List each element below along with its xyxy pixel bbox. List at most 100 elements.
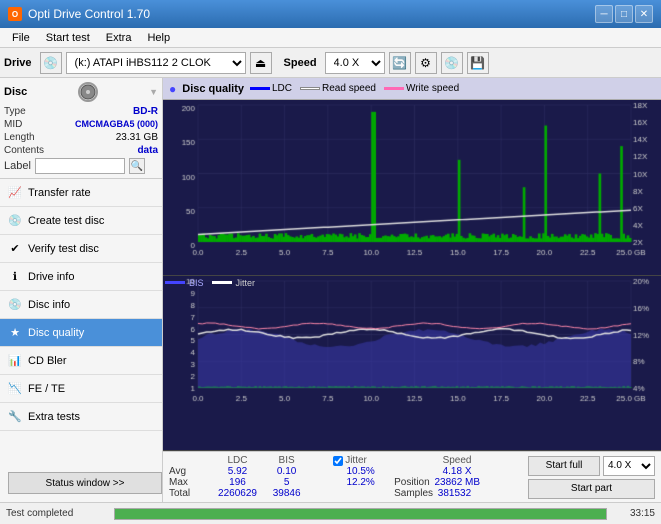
chart1-canvas [163, 100, 661, 260]
samples-value: 381532 [438, 488, 471, 499]
label-input[interactable] [35, 158, 125, 174]
chart2-canvas [163, 276, 661, 406]
chart1 [163, 100, 661, 276]
nav-disc-quality[interactable]: ★ Disc quality [0, 319, 162, 347]
disc-expand-icon[interactable]: ▼ [149, 87, 158, 97]
label-btn[interactable]: 🔍 [129, 158, 145, 174]
avg-ldc: 5.92 [209, 466, 266, 477]
drive-icon-btn[interactable]: 💿 [40, 52, 62, 74]
max-bis: 5 [266, 477, 307, 488]
quality-title: Disc quality [182, 83, 244, 95]
drive-select[interactable]: (k:) ATAPI iHBS112 2 CLOK [66, 52, 246, 74]
status-window-btn[interactable]: Status window >> [8, 472, 162, 494]
read-speed-legend-label: Read speed [322, 83, 376, 94]
settings-btn[interactable]: ⚙ [415, 52, 437, 74]
stats-table-container: LDC BIS Jitter Speed [169, 455, 520, 499]
bis-header: BIS [266, 455, 307, 466]
nav-extra-tests-label: Extra tests [28, 411, 80, 423]
length-value: 23.31 GB [116, 132, 158, 143]
bis-legend-color [165, 281, 185, 284]
refresh-btn[interactable]: 🔄 [389, 52, 411, 74]
max-jitter: 12.2% [327, 477, 394, 488]
disc-section: Disc ▼ Type BD-R MID CMCMAGBA5 (000) Len… [0, 78, 162, 179]
nav-transfer-rate-label: Transfer rate [28, 187, 91, 199]
ldc-header: LDC [209, 455, 266, 466]
verify-test-disc-icon: ✔ [8, 242, 22, 256]
jitter-header: Jitter [327, 455, 394, 466]
nav-items: 📈 Transfer rate 💿 Create test disc ✔ Ver… [0, 179, 162, 464]
speed-select[interactable]: 4.0 X [325, 52, 385, 74]
speed-label: Speed [284, 57, 317, 69]
avg-bis: 0.10 [266, 466, 307, 477]
jitter-header-label: Jitter [345, 455, 367, 466]
jitter-checkbox[interactable] [333, 456, 343, 466]
time-text: 33:15 [615, 508, 655, 519]
quality-icon: ● [169, 82, 176, 96]
save-btn[interactable]: 💾 [467, 52, 489, 74]
menubar: File Start test Extra Help [0, 28, 661, 48]
type-value: BD-R [133, 106, 158, 117]
action-btns: Start full 4.0 X Start part [528, 456, 655, 499]
nav-fe-te[interactable]: 📉 FE / TE [0, 375, 162, 403]
nav-disc-info-label: Disc info [28, 299, 70, 311]
total-bis: 39846 [266, 488, 307, 499]
type-label: Type [4, 106, 26, 117]
nav-create-test-disc[interactable]: 💿 Create test disc [0, 207, 162, 235]
extra-tests-icon: 🔧 [8, 410, 22, 424]
disc-info-icon: 💿 [8, 298, 22, 312]
stats-area: LDC BIS Jitter Speed [163, 451, 661, 502]
app-title: Opti Drive Control 1.70 [28, 7, 150, 21]
fe-te-icon: 📉 [8, 382, 22, 396]
eject-btn[interactable]: ⏏ [250, 52, 272, 74]
max-label: Max [169, 477, 209, 488]
bis-legend-label: BIS [189, 278, 204, 288]
nav-extra-tests[interactable]: 🔧 Extra tests [0, 403, 162, 431]
start-full-btn[interactable]: Start full [528, 456, 600, 476]
position-label: Position [394, 477, 430, 488]
read-speed-legend-color [300, 87, 320, 90]
nav-disc-quality-label: Disc quality [28, 327, 84, 339]
toolbar: Drive 💿 (k:) ATAPI iHBS112 2 CLOK ⏏ Spee… [0, 48, 661, 78]
transfer-rate-icon: 📈 [8, 186, 22, 200]
write-speed-legend-label: Write speed [406, 83, 459, 94]
nav-transfer-rate[interactable]: 📈 Transfer rate [0, 179, 162, 207]
nav-drive-info-label: Drive info [28, 271, 74, 283]
nav-drive-info[interactable]: ℹ Drive info [0, 263, 162, 291]
position-value: 23862 MB [434, 477, 480, 488]
ldc-legend-color [250, 87, 270, 90]
stats-table: LDC BIS Jitter Speed [169, 455, 520, 499]
jitter-legend-label: Jitter [236, 278, 256, 288]
disc-quality-icon: ★ [8, 326, 22, 340]
maximize-button[interactable]: □ [615, 5, 633, 23]
legend: LDC Read speed Write speed [250, 83, 459, 94]
nav-verify-test-disc[interactable]: ✔ Verify test disc [0, 235, 162, 263]
nav-cd-bler-label: CD Bler [28, 355, 67, 367]
contents-label: Contents [4, 145, 44, 156]
length-label: Length [4, 132, 35, 143]
chart2: BIS Jitter [163, 276, 661, 452]
app-icon: O [8, 7, 22, 21]
menu-file[interactable]: File [4, 28, 38, 47]
minimize-button[interactable]: ─ [595, 5, 613, 23]
status-text: Test completed [6, 508, 106, 519]
cd-bler-icon: 📊 [8, 354, 22, 368]
total-ldc: 2260629 [209, 488, 266, 499]
disc-section-title: Disc [4, 86, 27, 98]
nav-cd-bler[interactable]: 📊 CD Bler [0, 347, 162, 375]
avg-jitter: 10.5% [327, 466, 394, 477]
menu-help[interactable]: Help [139, 28, 178, 47]
close-button[interactable]: ✕ [635, 5, 653, 23]
menu-extra[interactable]: Extra [98, 28, 140, 47]
speed-combo[interactable]: 4.0 X [603, 456, 655, 476]
start-part-btn[interactable]: Start part [528, 479, 655, 499]
ldc-legend-label: LDC [272, 83, 292, 94]
disc-btn[interactable]: 💿 [441, 52, 463, 74]
avg-label: Avg [169, 466, 209, 477]
menu-start-test[interactable]: Start test [38, 28, 98, 47]
nav-fe-te-label: FE / TE [28, 383, 65, 395]
max-ldc: 196 [209, 477, 266, 488]
create-test-disc-icon: 💿 [8, 214, 22, 228]
nav-disc-info[interactable]: 💿 Disc info [0, 291, 162, 319]
right-panel: ● Disc quality LDC Read speed Write spee… [163, 78, 661, 502]
nav-verify-test-disc-label: Verify test disc [28, 243, 99, 255]
